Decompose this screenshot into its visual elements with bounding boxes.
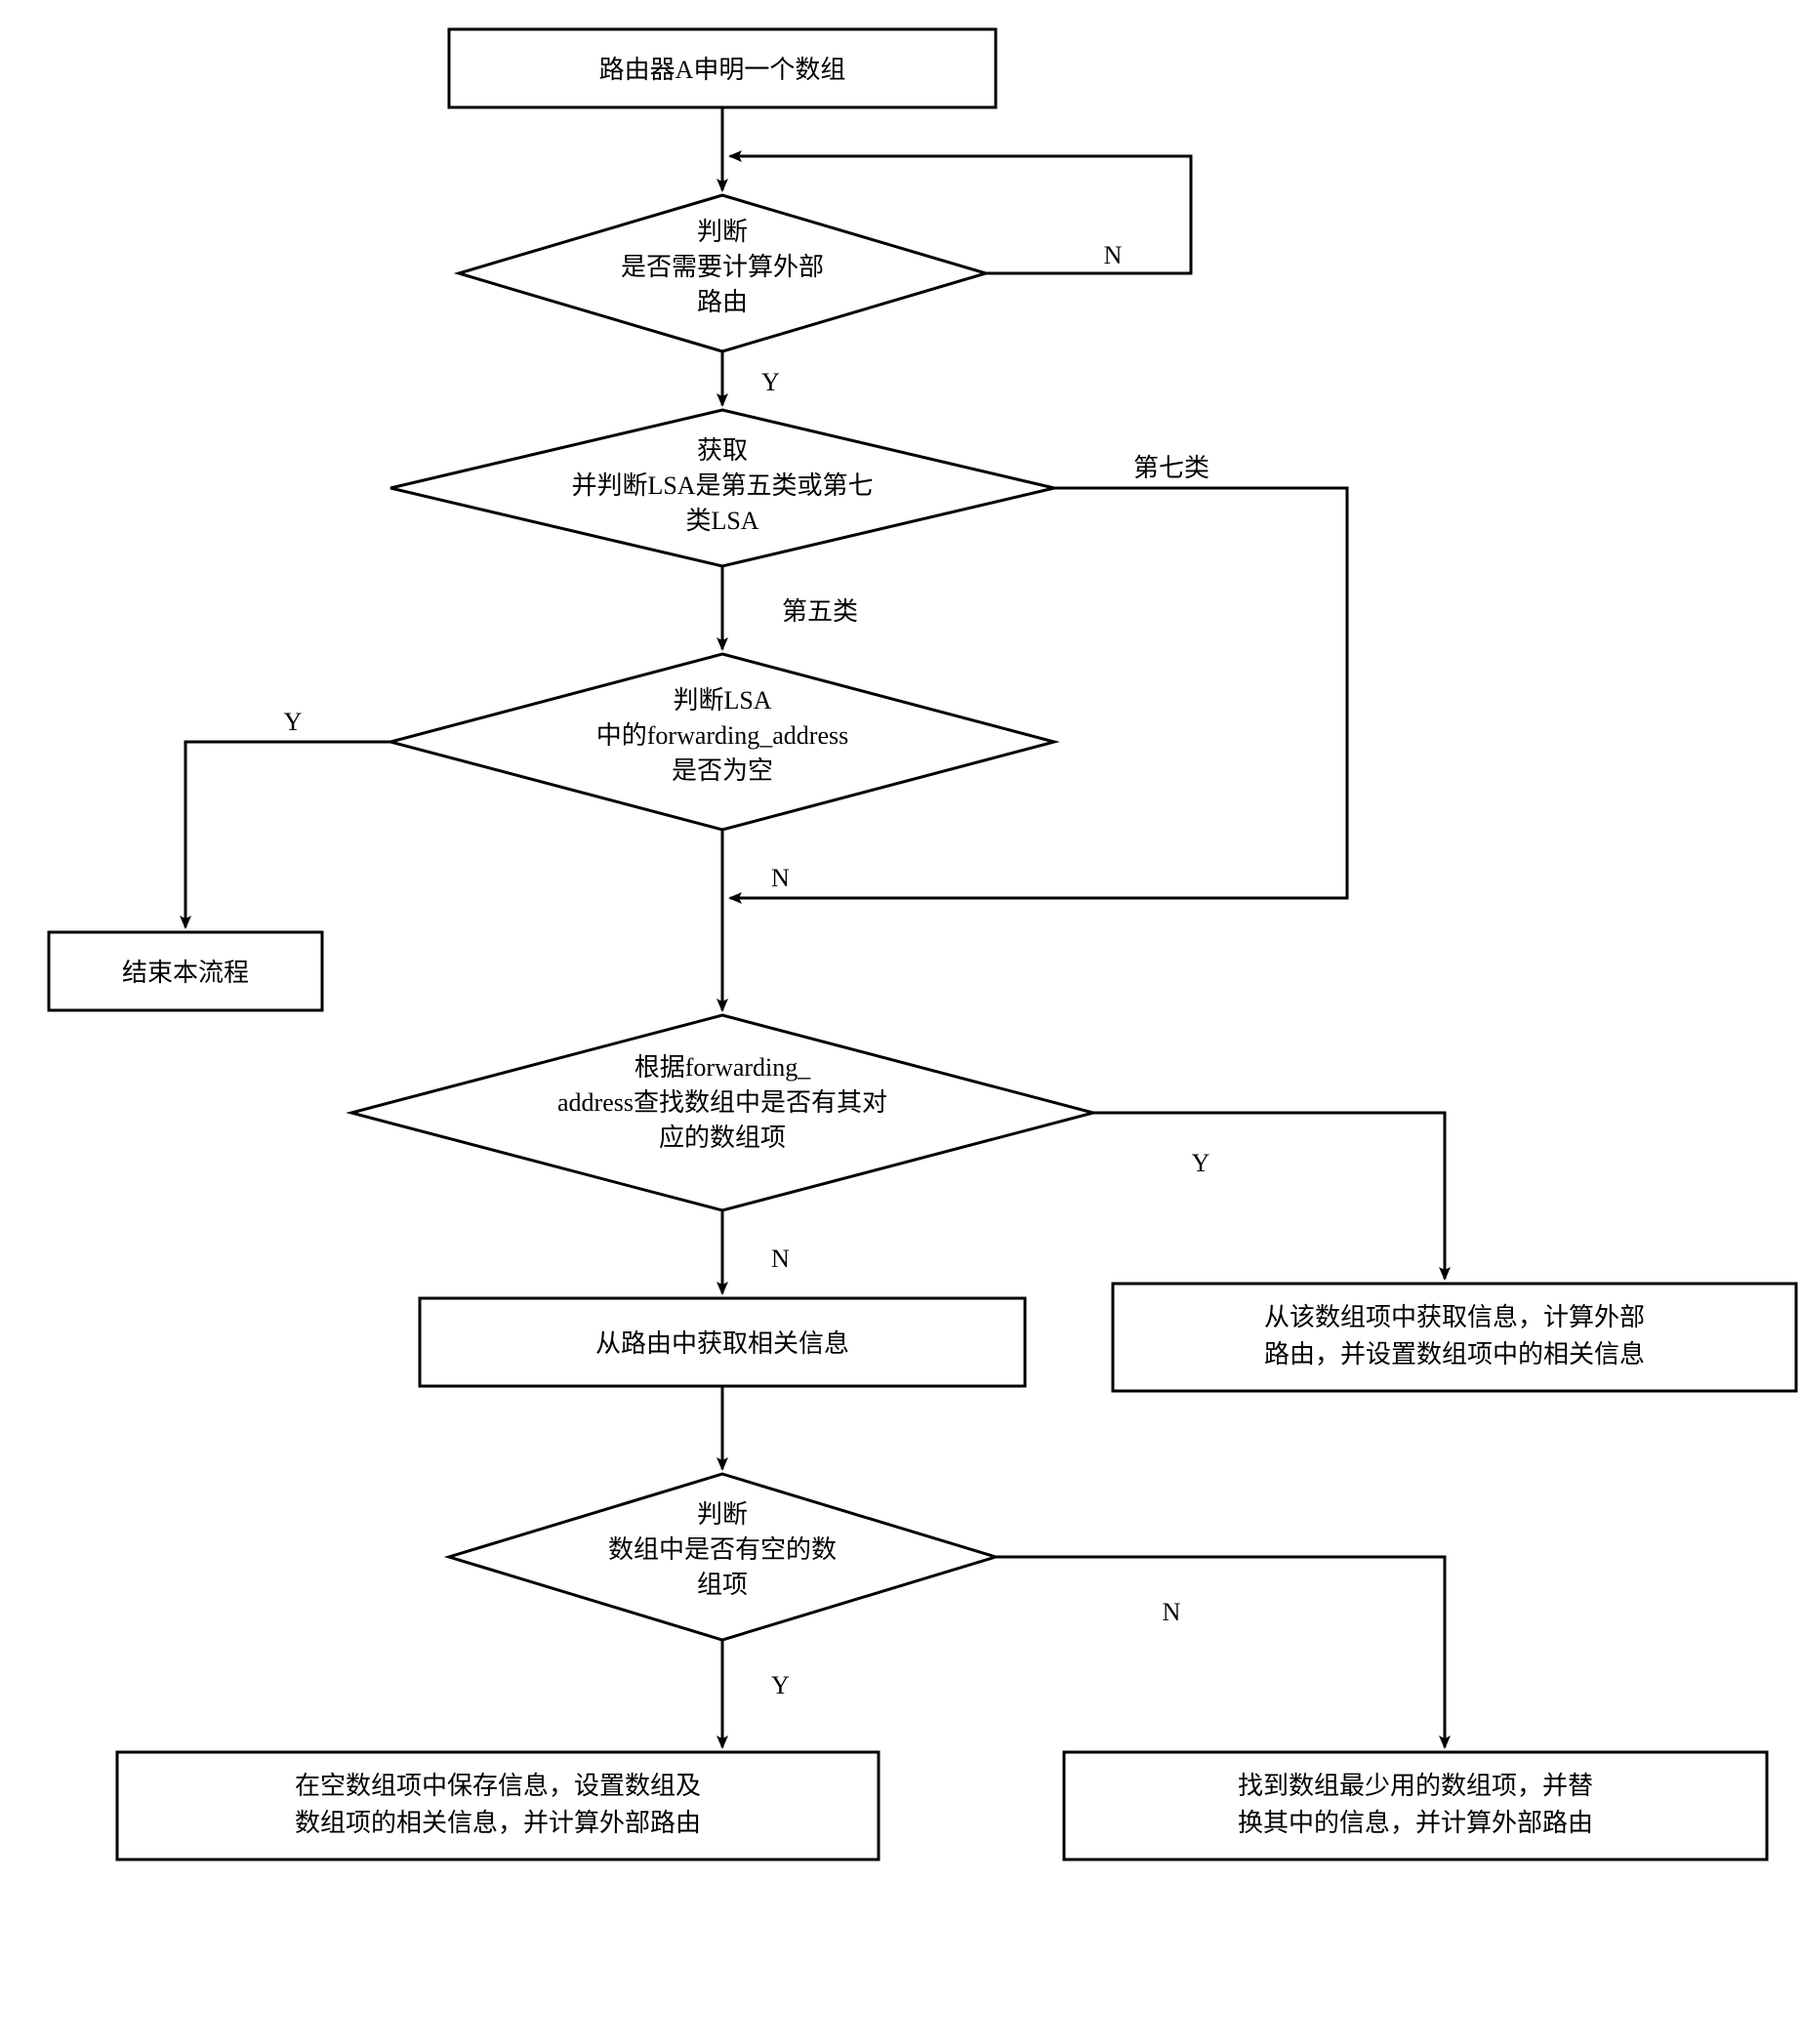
d1-yes-label: Y <box>761 368 780 396</box>
p2-l1: 从该数组项中获取信息，计算外部 <box>1264 1303 1645 1331</box>
d2-l3: 类LSA <box>685 507 758 535</box>
d3-l1: 判断LSA <box>673 686 771 715</box>
d4-l3: 应的数组项 <box>659 1124 786 1152</box>
start-text: 路由器A申明一个数组 <box>599 56 846 84</box>
d2-type7-label: 第七类 <box>1133 454 1209 482</box>
edge-d4-no: N <box>722 1210 790 1293</box>
d5-decision: 判断 数组中是否有空的数 组项 <box>449 1474 996 1640</box>
d4-l2: address查找数组中是否有其对 <box>557 1088 887 1117</box>
d5-l2: 数组中是否有空的数 <box>608 1535 837 1564</box>
d4-no-label: N <box>771 1245 790 1273</box>
p2-process: 从该数组项中获取信息，计算外部 路由，并设置数组项中的相关信息 <box>1113 1284 1796 1391</box>
d2-decision: 获取 并判断LSA是第五类或第七 类LSA <box>390 410 1054 566</box>
d5-no-label: N <box>1163 1598 1181 1626</box>
d3-l2: 中的forwarding_address <box>596 721 849 750</box>
d1-l3: 路由 <box>697 288 748 316</box>
d1-l2: 是否需要计算外部 <box>621 253 824 281</box>
edge-d1-yes: Y <box>722 351 780 405</box>
d5-l1: 判断 <box>697 1500 748 1529</box>
edge-d5-no: N <box>996 1557 1445 1747</box>
edge-d3-yes: Y <box>185 708 390 927</box>
p1-text: 从路由中获取相关信息 <box>595 1329 849 1358</box>
edge-d2-type7: 第七类 <box>730 454 1347 898</box>
p4-l1: 找到数组最少用的数组项，并替 <box>1238 1772 1593 1800</box>
edge-d3-no: N <box>722 830 790 1010</box>
d2-l2: 并判断LSA是第五类或第七 <box>571 471 873 500</box>
d2-type5-label: 第五类 <box>782 597 858 626</box>
p3-process: 在空数组项中保存信息，设置数组及 数组项的相关信息，并计算外部路由 <box>117 1752 879 1860</box>
edge-d5-yes: Y <box>722 1640 790 1747</box>
end-text: 结束本流程 <box>122 959 249 987</box>
d1-decision: 判断 是否需要计算外部 路由 <box>459 195 986 351</box>
d3-decision: 判断LSA 中的forwarding_address 是否为空 <box>390 654 1054 830</box>
d2-l1: 获取 <box>697 436 748 465</box>
p2-l2: 路由，并设置数组项中的相关信息 <box>1264 1340 1645 1369</box>
d3-no-label: N <box>771 864 790 892</box>
p4-process: 找到数组最少用的数组项，并替 换其中的信息，并计算外部路由 <box>1064 1752 1767 1860</box>
p4-l2: 换其中的信息，并计算外部路由 <box>1238 1809 1593 1837</box>
d1-no-label: N <box>1104 241 1123 269</box>
end-node: 结束本流程 <box>49 932 322 1010</box>
d1-l1: 判断 <box>697 218 748 246</box>
p1-process: 从路由中获取相关信息 <box>420 1298 1025 1386</box>
d3-l3: 是否为空 <box>672 756 773 785</box>
p3-l1: 在空数组项中保存信息，设置数组及 <box>295 1772 701 1800</box>
d4-decision: 根据forwarding_ address查找数组中是否有其对 应的数组项 <box>351 1015 1093 1210</box>
d4-yes-label: Y <box>1192 1149 1210 1177</box>
p3-l2: 数组项的相关信息，并计算外部路由 <box>295 1809 701 1837</box>
edge-d2-type5: 第五类 <box>722 566 858 649</box>
d5-l3: 组项 <box>697 1571 748 1599</box>
d5-yes-label: Y <box>771 1671 790 1699</box>
d4-l1: 根据forwarding_ <box>635 1053 812 1082</box>
start-node: 路由器A申明一个数组 <box>449 29 996 107</box>
d3-yes-label: Y <box>284 708 303 736</box>
edge-d4-yes: Y <box>1093 1113 1445 1279</box>
